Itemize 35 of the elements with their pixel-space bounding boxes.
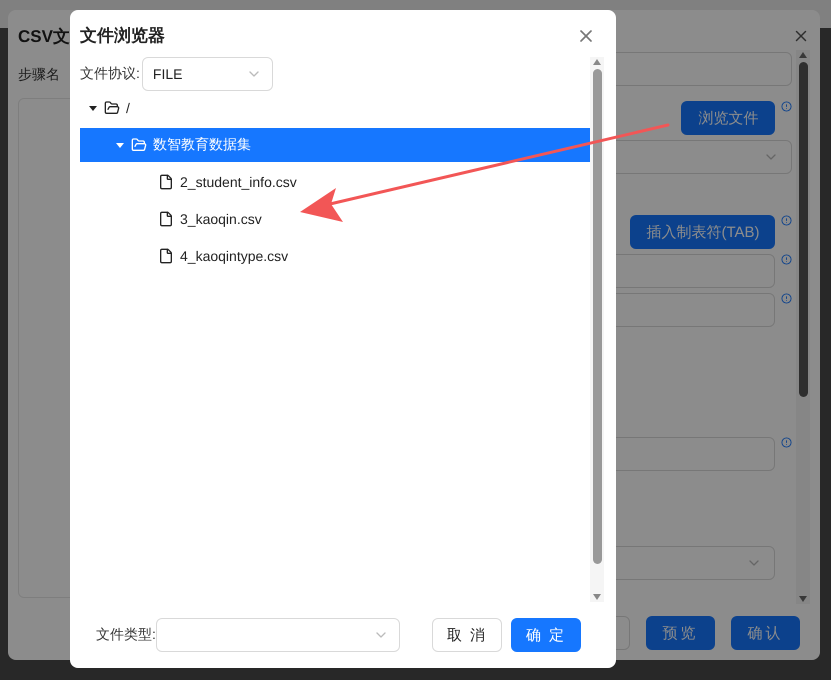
cancel-button[interactable]: 取 消 [432,618,502,652]
folder-icon [131,137,147,153]
file-name: 2_student_info.csv [180,174,297,190]
folder-row[interactable]: / [80,91,590,125]
ok-button[interactable]: 确 定 [510,618,581,652]
scroll-up-icon[interactable] [799,52,808,58]
file-icon [158,248,174,264]
info-icon [781,101,792,112]
file-icon [158,211,174,227]
field-label: 步骤名 [18,66,60,84]
protocol-label: 文件协议: [80,65,140,83]
file-name: 3_kaoqin.csv [180,211,262,227]
info-icon [781,215,792,226]
file-type-label: 文件类型: [96,626,156,644]
info-icon [781,254,792,265]
file-row[interactable]: 3_kaoqin.csv [80,202,590,236]
scroll-down-icon[interactable] [799,596,808,602]
protocol-select[interactable]: FILE [142,57,273,91]
info-icon [781,437,792,448]
dialog-title: 文件浏览器 [80,25,165,47]
file-name: 4_kaoqintype.csv [180,248,288,264]
scrollbar[interactable] [796,50,810,604]
file-row[interactable]: 2_student_info.csv [80,165,590,199]
file-row[interactable]: 4_kaoqintype.csv [80,239,590,273]
scrollbar[interactable] [590,57,604,602]
scroll-up-icon[interactable] [593,59,601,65]
folder-row[interactable]: 数智教育数据集 [80,128,590,162]
caret-icon[interactable] [88,103,98,113]
file-icon [158,174,174,190]
folder-icon [104,100,120,116]
folder-name: / [126,100,130,116]
dialog-title: CSV文 [18,26,70,48]
scroll-down-icon[interactable] [593,594,601,600]
info-icon [781,293,792,304]
folder-name: 数智教育数据集 [153,136,251,154]
